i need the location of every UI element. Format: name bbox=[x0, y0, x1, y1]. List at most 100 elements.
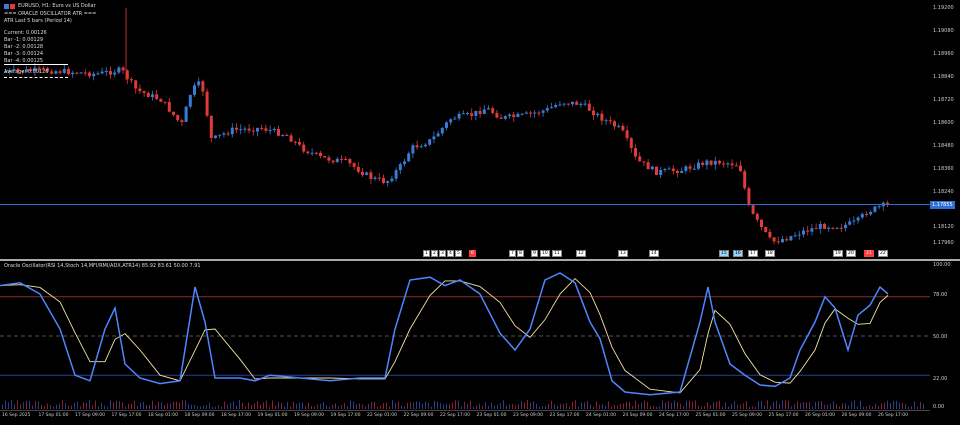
candle-body bbox=[306, 151, 310, 154]
histogram-bar bbox=[38, 401, 39, 409]
histogram-bar bbox=[875, 403, 876, 409]
time-tick: 19 Sep 01:00 bbox=[257, 413, 288, 418]
price-chart-panel[interactable] bbox=[0, 0, 930, 258]
event-tag[interactable]: 8 bbox=[517, 250, 524, 257]
candle-body bbox=[348, 159, 352, 164]
histogram-bar bbox=[224, 401, 225, 409]
histogram-bar bbox=[233, 401, 234, 409]
histogram-bar bbox=[65, 403, 66, 409]
event-tag-red[interactable]: 21 bbox=[864, 250, 874, 257]
histogram-bar bbox=[620, 404, 621, 409]
candle-body bbox=[705, 160, 709, 165]
histogram-bar bbox=[563, 403, 564, 409]
histogram-bar bbox=[281, 402, 282, 409]
event-tag[interactable]: 14 bbox=[649, 250, 659, 257]
event-tag[interactable]: 13 bbox=[618, 250, 628, 257]
histogram-bar bbox=[14, 404, 15, 409]
candle-body bbox=[365, 172, 369, 175]
histogram-bar bbox=[728, 406, 729, 409]
candle-body bbox=[361, 171, 364, 175]
candle-body bbox=[96, 73, 100, 75]
event-tag[interactable]: 11 bbox=[552, 250, 562, 257]
candle-body bbox=[268, 130, 272, 132]
histogram-bar bbox=[626, 401, 627, 409]
candle-body bbox=[739, 165, 742, 172]
event-tag[interactable]: 10 bbox=[540, 250, 550, 257]
histogram-bar bbox=[533, 401, 534, 409]
histogram-bar bbox=[212, 406, 213, 409]
candle-body bbox=[663, 169, 667, 171]
event-tag[interactable]: 5 bbox=[455, 250, 462, 257]
histogram-bar bbox=[866, 406, 867, 409]
oscillator-chart[interactable] bbox=[0, 262, 930, 410]
candle-body bbox=[755, 213, 759, 220]
oscillator-panel[interactable] bbox=[0, 262, 930, 410]
candle-body bbox=[109, 71, 112, 75]
candle-body bbox=[369, 172, 373, 179]
candle-body bbox=[172, 111, 175, 115]
candle-body bbox=[491, 108, 495, 113]
event-tag[interactable]: 22 bbox=[878, 250, 888, 257]
candle-body bbox=[130, 79, 133, 81]
histogram-bar bbox=[548, 403, 549, 409]
event-tag-blue[interactable]: 15 bbox=[719, 250, 729, 257]
event-tag[interactable]: 9 bbox=[531, 250, 538, 257]
candle-body bbox=[230, 127, 234, 135]
histogram-bar bbox=[323, 402, 324, 409]
candle-body bbox=[331, 160, 335, 163]
candle-body bbox=[516, 113, 520, 117]
candle-body bbox=[713, 160, 717, 165]
event-tag[interactable]: 2 bbox=[431, 250, 438, 257]
candle-body bbox=[214, 135, 217, 138]
candle-body bbox=[138, 88, 142, 92]
event-tag[interactable]: 19 bbox=[833, 250, 843, 257]
histogram-bar bbox=[185, 400, 186, 409]
event-tag[interactable]: 12 bbox=[576, 250, 586, 257]
osc-level-100: 100.00 bbox=[933, 262, 951, 268]
candle-body bbox=[856, 217, 860, 221]
event-tag[interactable]: 4 bbox=[447, 250, 454, 257]
candle-body bbox=[180, 120, 184, 122]
panel-separator[interactable] bbox=[0, 259, 960, 261]
candlestick-chart[interactable] bbox=[0, 0, 930, 258]
candle-body bbox=[247, 128, 251, 131]
event-tag[interactable]: 1 bbox=[423, 250, 430, 257]
histogram-bar bbox=[56, 404, 57, 409]
histogram-bar bbox=[266, 400, 267, 409]
histogram-bar bbox=[440, 403, 441, 409]
histogram-bar bbox=[95, 400, 96, 409]
candle-body bbox=[285, 134, 289, 136]
histogram-bar bbox=[92, 405, 93, 409]
event-tag-blue[interactable]: 16 bbox=[733, 250, 743, 257]
histogram-bar bbox=[2, 404, 3, 409]
histogram-bar bbox=[761, 400, 762, 409]
event-tag[interactable]: 17 bbox=[748, 250, 758, 257]
candle-body bbox=[293, 141, 297, 143]
histogram-bar bbox=[227, 404, 228, 409]
histogram-bar bbox=[668, 401, 669, 409]
candle-body bbox=[281, 134, 285, 136]
candle-body bbox=[529, 112, 532, 114]
event-tag[interactable]: 7 bbox=[509, 250, 516, 257]
histogram-bar bbox=[863, 406, 864, 409]
histogram-bar bbox=[197, 405, 198, 409]
candle-body bbox=[562, 103, 566, 105]
histogram-bar bbox=[308, 402, 309, 409]
histogram-bar bbox=[62, 400, 63, 409]
event-tag-red[interactable]: 6 bbox=[469, 250, 476, 257]
histogram-bar bbox=[422, 403, 423, 409]
event-tag[interactable]: 3 bbox=[439, 250, 446, 257]
event-tag[interactable]: 20 bbox=[846, 250, 856, 257]
histogram-bar bbox=[245, 406, 246, 409]
histogram-bar bbox=[644, 400, 645, 409]
histogram-bar bbox=[467, 404, 468, 409]
histogram-bar bbox=[656, 406, 657, 409]
histogram-bar bbox=[206, 405, 207, 409]
candle-body bbox=[310, 152, 314, 154]
candle-body bbox=[848, 221, 852, 225]
histogram-bar bbox=[119, 401, 120, 409]
event-tag[interactable]: 18 bbox=[765, 250, 775, 257]
indicator-title: === ORACLE OSCILLATOR ATR === bbox=[4, 11, 97, 17]
candle-body bbox=[54, 71, 58, 74]
histogram-bar bbox=[608, 401, 609, 409]
